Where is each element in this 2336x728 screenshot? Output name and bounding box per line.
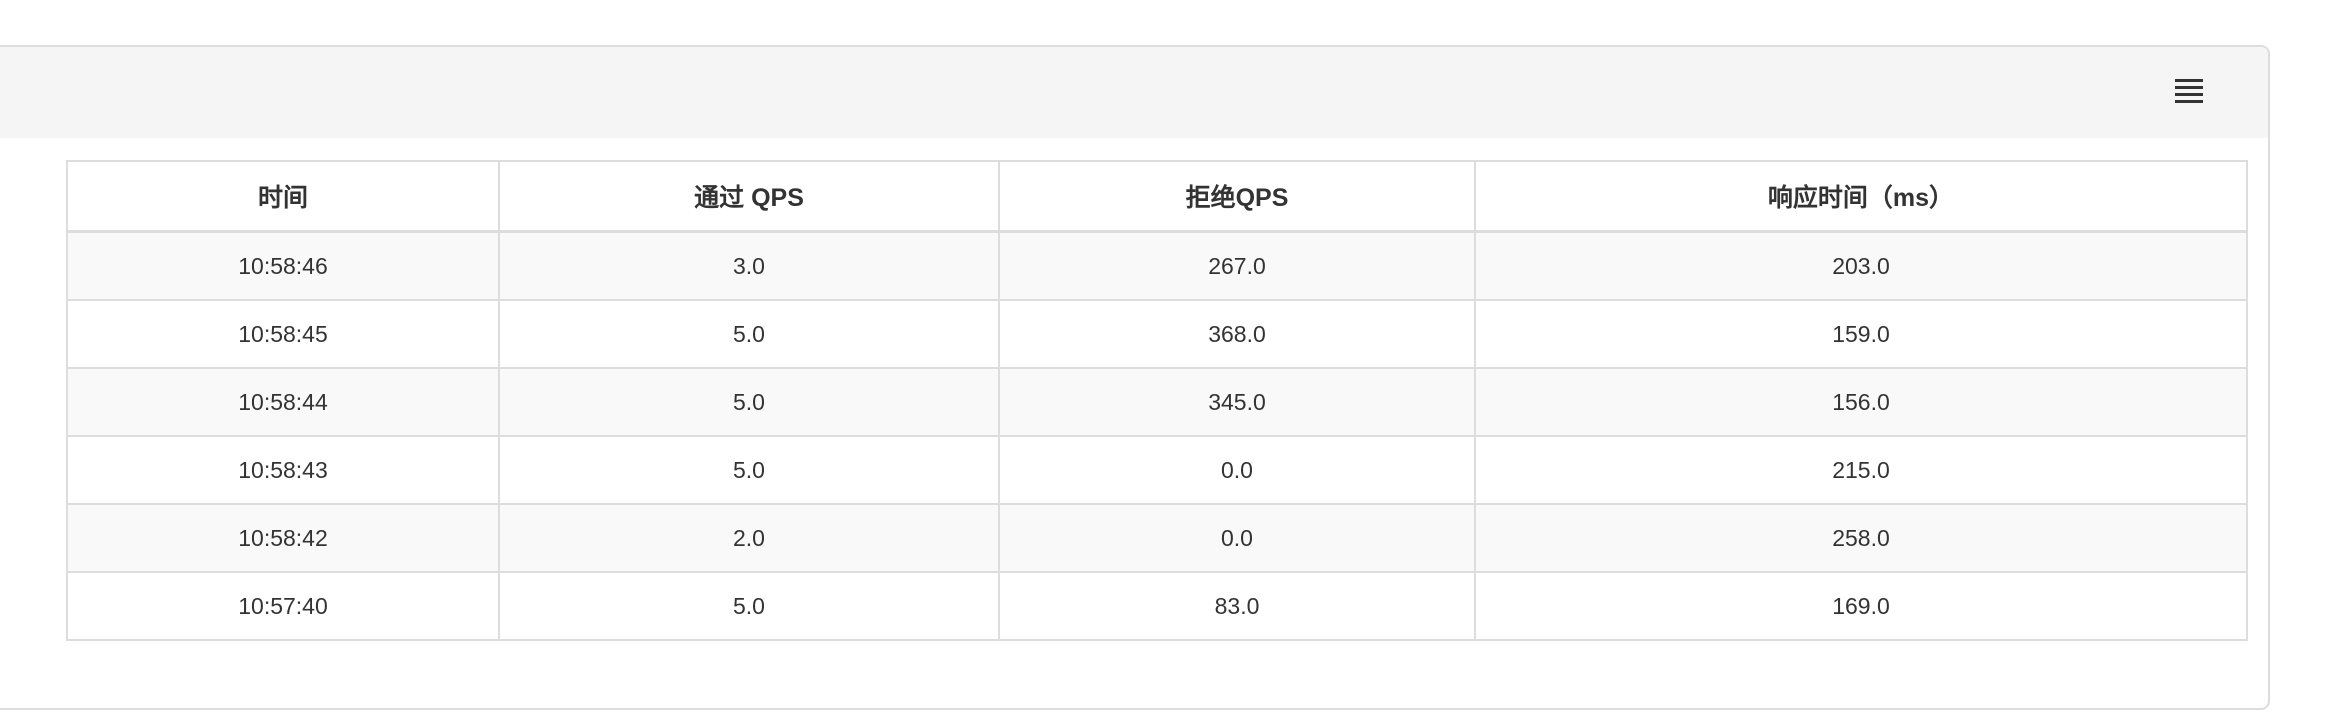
cell-block-qps: 0.0 bbox=[998, 503, 1476, 573]
column-header-pass-qps[interactable]: 通过 QPS bbox=[498, 160, 1000, 233]
cell-time: 10:58:45 bbox=[66, 299, 500, 369]
table-row: 10:58:45 5.0 368.0 159.0 bbox=[66, 299, 2248, 369]
cell-time: 10:57:40 bbox=[66, 571, 500, 641]
column-header-time[interactable]: 时间 bbox=[66, 160, 500, 233]
cell-response-time: 156.0 bbox=[1474, 367, 2248, 437]
cell-pass-qps: 5.0 bbox=[498, 435, 1000, 505]
cell-time: 10:58:43 bbox=[66, 435, 500, 505]
table-row: 10:57:40 5.0 83.0 169.0 bbox=[66, 571, 2248, 641]
cell-pass-qps: 5.0 bbox=[498, 367, 1000, 437]
cell-response-time: 215.0 bbox=[1474, 435, 2248, 505]
cell-response-time: 159.0 bbox=[1474, 299, 2248, 369]
cell-pass-qps: 5.0 bbox=[498, 571, 1000, 641]
cell-response-time: 203.0 bbox=[1474, 230, 2248, 301]
panel-header bbox=[0, 47, 2268, 138]
cell-time: 10:58:46 bbox=[66, 230, 500, 301]
table-row: 10:58:46 3.0 267.0 203.0 bbox=[66, 230, 2248, 301]
table-row: 10:58:44 5.0 345.0 156.0 bbox=[66, 367, 2248, 437]
menu-icon[interactable] bbox=[2175, 79, 2203, 103]
cell-block-qps: 267.0 bbox=[998, 230, 1476, 301]
cell-block-qps: 83.0 bbox=[998, 571, 1476, 641]
cell-time: 10:58:42 bbox=[66, 503, 500, 573]
cell-response-time: 169.0 bbox=[1474, 571, 2248, 641]
column-header-block-qps[interactable]: 拒绝QPS bbox=[998, 160, 1476, 233]
table-row: 10:58:42 2.0 0.0 258.0 bbox=[66, 503, 2248, 573]
table-header-row: 时间 通过 QPS 拒绝QPS 响应时间（ms） bbox=[66, 160, 2248, 233]
cell-response-time: 258.0 bbox=[1474, 503, 2248, 573]
cell-pass-qps: 2.0 bbox=[498, 503, 1000, 573]
cell-block-qps: 0.0 bbox=[998, 435, 1476, 505]
cell-block-qps: 345.0 bbox=[998, 367, 1476, 437]
metrics-table: 时间 通过 QPS 拒绝QPS 响应时间（ms） 10:58:46 3.0 26… bbox=[66, 160, 2248, 641]
cell-time: 10:58:44 bbox=[66, 367, 500, 437]
cell-pass-qps: 5.0 bbox=[498, 299, 1000, 369]
cell-block-qps: 368.0 bbox=[998, 299, 1476, 369]
column-header-response-time[interactable]: 响应时间（ms） bbox=[1474, 160, 2248, 233]
cell-pass-qps: 3.0 bbox=[498, 230, 1000, 301]
table-row: 10:58:43 5.0 0.0 215.0 bbox=[66, 435, 2248, 505]
